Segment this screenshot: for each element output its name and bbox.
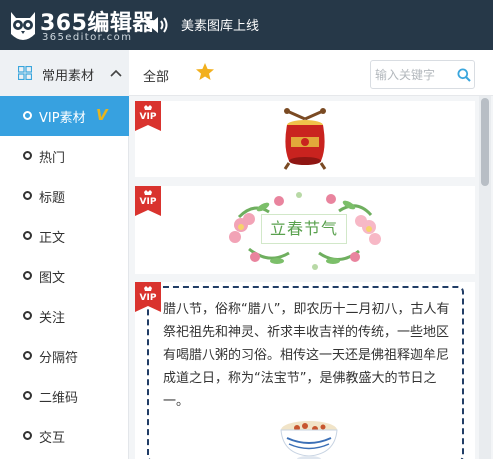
speaker-icon[interactable] xyxy=(146,14,170,36)
material-card[interactable]: VIP 立春节气 xyxy=(135,186,475,274)
laba-text-frame: 腊八节，俗称“腊八”，即农历十二月初八，古人有祭祀祖先和神灵、祈求丰收吉祥的传统… xyxy=(147,286,464,459)
porridge-bowl-illustration xyxy=(280,421,338,459)
sidebar-item-image-text[interactable]: 图文 xyxy=(0,256,129,296)
bullet-icon xyxy=(23,311,32,320)
sidebar-item-vip[interactable]: VIP素材 V xyxy=(0,96,129,136)
sidebar-header-label: 常用素材 xyxy=(42,69,95,84)
bullet-icon xyxy=(23,271,32,280)
chevron-up-icon[interactable] xyxy=(110,69,122,77)
bullet-icon xyxy=(23,111,32,120)
tab-bar: 全部 xyxy=(129,50,493,96)
svg-text:VIP: VIP xyxy=(140,112,157,122)
sidebar-item-label: 图文 xyxy=(39,271,66,286)
sidebar-item-hot[interactable]: 热门 xyxy=(0,136,129,176)
svg-text:VIP: VIP xyxy=(140,197,157,207)
bullet-icon xyxy=(23,391,32,400)
sidebar-item-label: 分隔符 xyxy=(39,351,79,366)
vip-v-badge: V xyxy=(96,106,108,124)
material-sidebar: 常用素材 VIP素材 V 热门 标题 正文 图文 关注 分隔符 二维码 交互 xyxy=(0,50,129,459)
logo[interactable]: 365编辑器 365editor.com xyxy=(8,5,168,45)
sidebar-item-label: 二维码 xyxy=(39,391,79,406)
sidebar-item-title[interactable]: 标题 xyxy=(0,176,129,216)
search-icon[interactable] xyxy=(457,68,471,82)
owl-logo-icon xyxy=(11,12,35,40)
bullet-icon xyxy=(23,351,32,360)
star-icon[interactable] xyxy=(195,62,215,82)
sidebar-item-divider[interactable]: 分隔符 xyxy=(0,336,129,376)
vip-badge: VIP xyxy=(135,186,161,216)
material-card[interactable]: VIP xyxy=(135,101,475,177)
sidebar-item-interactive[interactable]: 交互 xyxy=(0,416,129,456)
sidebar-item-label: VIP素材 xyxy=(39,111,86,126)
spring-title: 立春节气 xyxy=(261,214,347,244)
sidebar-list: VIP素材 V 热门 标题 正文 图文 关注 分隔符 二维码 交互 xyxy=(0,96,129,456)
vip-badge: VIP xyxy=(135,101,161,131)
sidebar-item-qrcode[interactable]: 二维码 xyxy=(0,376,129,416)
sidebar-item-body[interactable]: 正文 xyxy=(0,216,129,256)
search-box xyxy=(370,60,475,89)
grid-icon xyxy=(18,66,32,80)
sidebar-item-follow[interactable]: 关注 xyxy=(0,296,129,336)
top-bar: 365编辑器 365editor.com 美素图库上线 xyxy=(0,0,493,50)
search-input[interactable] xyxy=(375,64,455,85)
sidebar-item-label: 交互 xyxy=(39,431,66,446)
brand-domain: 365editor.com xyxy=(42,32,133,43)
content-scrollbar[interactable] xyxy=(479,96,491,459)
sidebar-header[interactable]: 常用素材 xyxy=(0,50,129,96)
bullet-icon xyxy=(23,231,32,240)
bullet-icon xyxy=(23,191,32,200)
bullet-icon xyxy=(23,431,32,440)
scrollbar-thumb[interactable] xyxy=(481,98,489,186)
editor-window: 365编辑器 365editor.com 美素图库上线 常用素材 VIP素材 V… xyxy=(0,0,493,459)
sidebar-item-label: 正文 xyxy=(39,231,66,246)
sidebar-item-label: 热门 xyxy=(39,151,66,166)
sidebar-item-label: 关注 xyxy=(39,311,66,326)
bullet-icon xyxy=(23,151,32,160)
drum-illustration xyxy=(283,108,327,170)
vip-badge: VIP xyxy=(135,282,161,312)
material-list: VIP VIP 立春节气 腊八节，俗称“腊八”，即农历十二月初八，古人有祭祀祖先… xyxy=(129,96,493,459)
material-card[interactable]: 腊八节，俗称“腊八”，即农历十二月初八，古人有祭祀祖先和神灵、祈求丰收吉祥的传统… xyxy=(135,282,475,459)
announcement-text[interactable]: 美素图库上线 xyxy=(181,15,259,34)
svg-text:VIP: VIP xyxy=(140,293,157,303)
laba-text: 腊八节，俗称“腊八”，即农历十二月初八，古人有祭祀祖先和神灵、祈求丰收吉祥的传统… xyxy=(163,302,450,409)
sidebar-item-label: 标题 xyxy=(39,191,66,206)
tab-all[interactable]: 全部 xyxy=(143,66,169,85)
